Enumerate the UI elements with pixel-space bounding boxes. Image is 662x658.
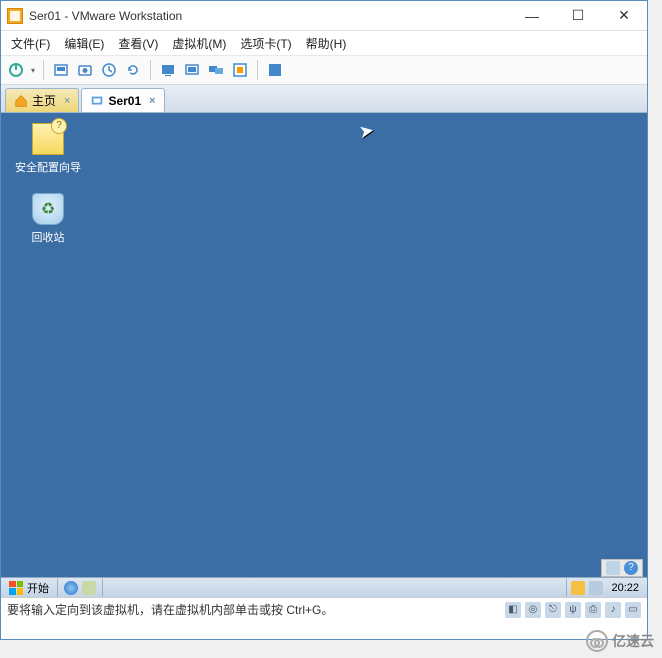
- menu-vm[interactable]: 虚拟机(M): [166, 33, 232, 54]
- keyboard-status-icon[interactable]: [606, 561, 620, 575]
- vm-inner-statusbar: ?: [601, 559, 643, 577]
- menu-file[interactable]: 文件(F): [5, 33, 56, 54]
- desktop-icon-security-wizard[interactable]: 安全配置向导: [13, 123, 83, 175]
- tab-ser01-close-icon[interactable]: ×: [149, 95, 155, 107]
- power-on-button[interactable]: [5, 59, 27, 81]
- menu-tabs[interactable]: 选项卡(T): [234, 33, 297, 54]
- taskbar-clock[interactable]: 20:22: [607, 582, 643, 594]
- guest-taskbar: 开始 20:22: [1, 577, 647, 597]
- fullscreen-button[interactable]: [264, 59, 286, 81]
- revert-snapshot-button[interactable]: [122, 59, 144, 81]
- host-statusbar: 要将输入定向到该虚拟机，请在虚拟机内部单击或按 Ctrl+G。 ◧ ◎ ⎋ ψ …: [1, 597, 647, 621]
- recycle-bin-label: 回收站: [13, 229, 83, 245]
- snapshot-manager-button[interactable]: [98, 59, 120, 81]
- vm-guest-viewport[interactable]: 安全配置向导 回收站 ➤ ? 开始 20:22: [1, 113, 647, 597]
- usb-icon[interactable]: ψ: [565, 602, 581, 618]
- window-title: Ser01 - VMware Workstation: [29, 9, 182, 23]
- ie-icon[interactable]: [64, 581, 78, 595]
- menu-help[interactable]: 帮助(H): [300, 33, 353, 54]
- printer-icon[interactable]: ⎙: [585, 602, 601, 618]
- tabstrip: 主页 × Ser01 ×: [1, 85, 647, 113]
- menubar: 文件(F) 编辑(E) 查看(V) 虚拟机(M) 选项卡(T) 帮助(H): [1, 31, 647, 55]
- quick-launch: [58, 578, 103, 597]
- snapshot-button[interactable]: [74, 59, 96, 81]
- tab-home[interactable]: 主页 ×: [5, 88, 79, 112]
- start-label: 开始: [27, 580, 49, 596]
- close-button[interactable]: ✕: [601, 1, 647, 31]
- menu-view[interactable]: 查看(V): [112, 33, 164, 54]
- send-ctrl-alt-del-button[interactable]: [50, 59, 72, 81]
- tab-home-close-icon[interactable]: ×: [64, 95, 70, 107]
- unity-button[interactable]: [229, 59, 251, 81]
- show-desktop-icon[interactable]: [82, 581, 96, 595]
- network-tray-icon[interactable]: [589, 581, 603, 595]
- home-icon: [14, 94, 28, 108]
- vmware-app-icon: [7, 8, 23, 24]
- watermark-logo-icon: [586, 630, 608, 652]
- desktop-icon-recycle-bin[interactable]: 回收站: [13, 193, 83, 245]
- cd-dvd-icon[interactable]: ◎: [525, 602, 541, 618]
- security-alert-icon[interactable]: [571, 581, 585, 595]
- input-hint-text: 要将输入定向到该虚拟机，请在虚拟机内部单击或按 Ctrl+G。: [7, 601, 505, 618]
- titlebar: Ser01 - VMware Workstation — ☐ ✕: [1, 1, 647, 31]
- system-tray: 20:22: [566, 578, 647, 597]
- sound-card-icon[interactable]: ♪: [605, 602, 621, 618]
- network-adapter-icon[interactable]: ⎋: [545, 602, 561, 618]
- start-button[interactable]: 开始: [1, 578, 58, 597]
- toolbar: ▾: [1, 55, 647, 85]
- show-console-button[interactable]: [157, 59, 179, 81]
- windows-logo-icon: [9, 581, 23, 595]
- stretch-guest-button[interactable]: [181, 59, 203, 81]
- multiple-monitors-button[interactable]: [205, 59, 227, 81]
- hard-disk-icon[interactable]: ◧: [505, 602, 521, 618]
- tab-ser01[interactable]: Ser01 ×: [81, 88, 164, 112]
- watermark-text: 亿速云: [612, 631, 654, 651]
- vmware-workstation-window: Ser01 - VMware Workstation — ☐ ✕ 文件(F) 编…: [0, 0, 648, 640]
- display-icon[interactable]: ▭: [625, 602, 641, 618]
- help-status-icon[interactable]: ?: [624, 561, 638, 575]
- watermark: 亿速云: [578, 628, 662, 654]
- security-wizard-icon: [32, 123, 64, 155]
- minimize-button[interactable]: —: [509, 1, 555, 31]
- recycle-bin-icon: [32, 193, 64, 225]
- menu-edit[interactable]: 编辑(E): [58, 33, 110, 54]
- vm-icon: [90, 94, 104, 108]
- device-status-icons: ◧ ◎ ⎋ ψ ⎙ ♪ ▭: [505, 602, 641, 618]
- maximize-button[interactable]: ☐: [555, 1, 601, 31]
- power-dropdown[interactable]: ▾: [29, 66, 37, 75]
- tab-ser01-label: Ser01: [108, 94, 141, 108]
- tab-home-label: 主页: [32, 92, 56, 109]
- security-wizard-label: 安全配置向导: [13, 159, 83, 175]
- mouse-cursor-icon: ➤: [357, 120, 376, 143]
